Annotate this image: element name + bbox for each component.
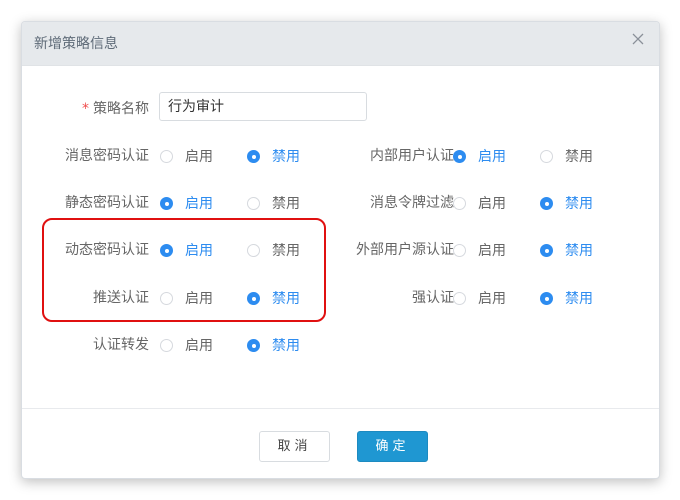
radio-label: 禁用 xyxy=(272,338,300,354)
radio-disable[interactable]: 禁用 xyxy=(540,193,593,213)
radio-disable[interactable]: 禁用 xyxy=(540,146,593,166)
required-mark: * xyxy=(82,101,89,117)
radio-disable[interactable]: 禁用 xyxy=(247,146,300,166)
radio-checked-icon[interactable] xyxy=(540,196,553,210)
radio-enable[interactable]: 启用 xyxy=(160,193,213,213)
dialog-header: 新增策略信息 xyxy=(22,22,659,66)
radio-enable[interactable]: 启用 xyxy=(453,288,506,308)
footer-divider xyxy=(22,408,659,409)
radio-unchecked-icon[interactable] xyxy=(453,196,466,210)
radio-label: 启用 xyxy=(185,243,213,259)
radio-unchecked-icon[interactable] xyxy=(540,149,553,163)
confirm-button[interactable]: 确定 xyxy=(357,431,428,462)
option-label: 静态密码认证 xyxy=(65,195,149,211)
radio-unchecked-icon[interactable] xyxy=(160,291,173,305)
radio-checked-icon[interactable] xyxy=(247,338,260,352)
cancel-button[interactable]: 取消 xyxy=(259,431,330,462)
radio-disable[interactable]: 禁用 xyxy=(247,288,300,308)
radio-enable[interactable]: 启用 xyxy=(453,146,506,166)
policy-name-input[interactable]: 行为审计 xyxy=(159,92,367,121)
radio-enable[interactable]: 启用 xyxy=(160,240,213,260)
radio-label: 启用 xyxy=(185,149,213,165)
radio-unchecked-icon[interactable] xyxy=(160,149,173,163)
policy-name-label: * 策略名称 xyxy=(82,101,149,117)
policy-dialog: 新增策略信息 * 策略名称 行为审计 消息密码认证 启用 禁用 静态密码认证 启用 禁用 动态… xyxy=(21,21,660,479)
radio-enable[interactable]: 启用 xyxy=(160,146,213,166)
radio-unchecked-icon[interactable] xyxy=(453,291,466,305)
close-icon[interactable] xyxy=(629,30,647,48)
radio-label: 禁用 xyxy=(272,243,300,259)
radio-enable[interactable]: 启用 xyxy=(160,335,213,355)
radio-label: 禁用 xyxy=(565,243,593,259)
radio-disable[interactable]: 禁用 xyxy=(247,335,300,355)
radio-label: 启用 xyxy=(185,291,213,307)
option-label: 消息密码认证 xyxy=(65,148,149,164)
dialog-title: 新增策略信息 xyxy=(34,36,118,52)
radio-label: 启用 xyxy=(478,196,506,212)
radio-unchecked-icon[interactable] xyxy=(160,338,173,352)
radio-disable[interactable]: 禁用 xyxy=(247,193,300,213)
radio-label: 禁用 xyxy=(272,149,300,165)
radio-disable[interactable]: 禁用 xyxy=(540,240,593,260)
radio-label: 禁用 xyxy=(565,196,593,212)
radio-enable[interactable]: 启用 xyxy=(453,240,506,260)
radio-checked-icon[interactable] xyxy=(540,291,553,305)
option-label: 推送认证 xyxy=(93,290,149,306)
radio-unchecked-icon[interactable] xyxy=(247,243,260,257)
radio-disable[interactable]: 禁用 xyxy=(247,240,300,260)
radio-checked-icon[interactable] xyxy=(160,196,173,210)
option-label: 外部用户源认证 xyxy=(356,242,454,258)
radio-disable[interactable]: 禁用 xyxy=(540,288,593,308)
radio-label: 禁用 xyxy=(565,149,593,165)
option-label: 动态密码认证 xyxy=(65,242,149,258)
option-label: 强认证 xyxy=(412,290,454,306)
radio-label: 禁用 xyxy=(565,291,593,307)
radio-label: 禁用 xyxy=(272,291,300,307)
radio-label: 启用 xyxy=(185,338,213,354)
option-label: 消息令牌过滤 xyxy=(370,195,454,211)
dialog-body: * 策略名称 行为审计 消息密码认证 启用 禁用 静态密码认证 启用 禁用 动态密码认证 启用禁… xyxy=(22,66,659,408)
radio-unchecked-icon[interactable] xyxy=(247,196,260,210)
radio-checked-icon[interactable] xyxy=(247,291,260,305)
radio-enable[interactable]: 启用 xyxy=(160,288,213,308)
radio-checked-icon[interactable] xyxy=(540,243,553,257)
radio-label: 启用 xyxy=(478,291,506,307)
radio-checked-icon[interactable] xyxy=(247,149,260,163)
radio-label: 启用 xyxy=(478,149,506,165)
radio-checked-icon[interactable] xyxy=(160,243,173,257)
radio-label: 启用 xyxy=(185,196,213,212)
radio-label: 禁用 xyxy=(272,196,300,212)
option-label: 认证转发 xyxy=(93,337,149,353)
radio-label: 启用 xyxy=(478,243,506,259)
option-label: 内部用户认证 xyxy=(370,148,454,164)
radio-enable[interactable]: 启用 xyxy=(453,193,506,213)
radio-unchecked-icon[interactable] xyxy=(453,243,466,257)
radio-checked-icon[interactable] xyxy=(453,149,466,163)
